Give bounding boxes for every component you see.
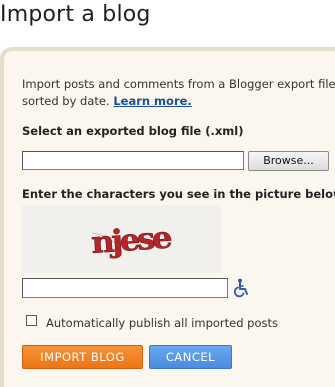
intro-line-2-text: sorted by date. <box>22 94 110 108</box>
captcha-text: njese <box>90 220 172 260</box>
wheelchair-icon[interactable] <box>232 278 250 298</box>
file-select-label: Select an exported blog file (.xml) <box>22 124 244 138</box>
file-path-input[interactable] <box>22 151 244 170</box>
page-title: Import a blog <box>0 2 151 27</box>
import-blog-button[interactable]: IMPORT BLOG <box>22 345 143 369</box>
autopublish-checkbox[interactable] <box>26 315 37 326</box>
browse-button[interactable]: Browse... <box>248 151 329 171</box>
captcha-input[interactable] <box>22 278 228 298</box>
intro-text: Import posts and comments from a Blogger… <box>22 76 335 110</box>
captcha-label: Enter the characters you see in the pict… <box>22 187 335 201</box>
intro-line-1: Import posts and comments from a Blogger… <box>22 77 335 91</box>
learn-more-link[interactable]: Learn more. <box>113 94 191 108</box>
captcha-image: njese <box>22 205 222 273</box>
cancel-button[interactable]: CANCEL <box>149 345 232 369</box>
autopublish-label: Automatically publish all imported posts <box>46 316 279 330</box>
intro-line-2: sorted by date. Learn more. <box>22 93 335 110</box>
